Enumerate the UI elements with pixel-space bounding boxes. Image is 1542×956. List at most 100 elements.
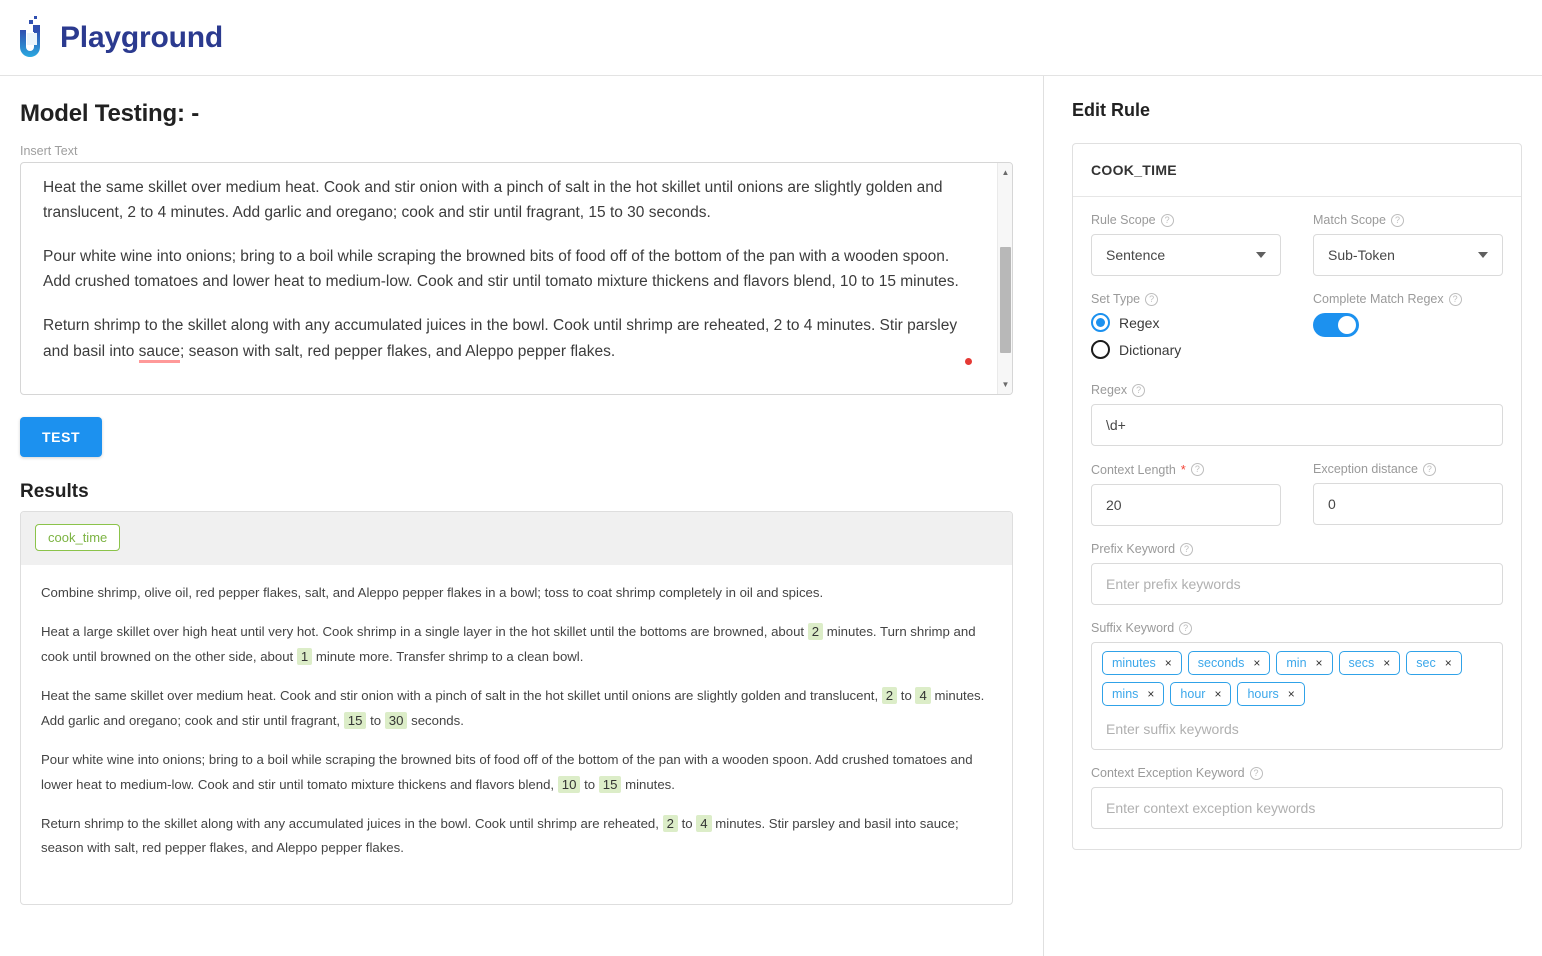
annotation-highlight[interactable]: 15 [343,711,367,729]
chevron-down-icon [1256,252,1266,258]
insert-text-content[interactable]: Heat the same skillet over medium heat. … [21,163,1012,394]
annotation-highlight[interactable]: 10 [557,775,581,793]
annotation-highlight[interactable]: 4 [696,814,712,832]
insert-text-paragraph: Pour white wine into onions; bring to a … [43,248,959,291]
entity-chip-cook-time[interactable]: cook_time [35,524,121,551]
textarea-scrollbar[interactable]: ▲ ▼ [997,163,1012,394]
insert-text-paragraph: Return shrimp to the skillet along with … [43,313,972,363]
suffix-chip-list: minutes × seconds × min × secs × sec × mins × hour × h… [1102,651,1492,713]
help-circle-icon[interactable]: ? [1145,292,1159,306]
help-circle-icon[interactable]: ? [1160,213,1174,227]
help-circle-icon[interactable]: ? [1180,542,1194,556]
annotation-highlight[interactable]: 15 [598,775,622,793]
text-fragment: to [366,712,385,728]
chip-label: seconds [1197,656,1245,670]
text-fragment: Pour white wine into onions; bring to a … [41,752,973,792]
edit-rule-title: Edit Rule [1072,100,1151,120]
chip-label: minutes [1112,656,1156,670]
suffix-keyword-chip[interactable]: hour × [1170,682,1232,706]
rule-scope-value: Sentence [1106,247,1166,263]
help-circle-icon[interactable]: ? [1448,292,1462,306]
suffix-keyword-placeholder: Enter suffix keywords [1106,721,1239,737]
close-x-icon[interactable]: × [1445,656,1452,670]
rule-scope-select[interactable]: Sentence [1091,234,1281,276]
annotation-highlight[interactable]: 2 [881,687,898,705]
context-exception-keyword-input[interactable]: Enter context exception keywords [1091,787,1503,829]
results-paragraph: Heat the same skillet over medium heat. … [41,684,992,733]
annotation-highlight[interactable]: 2 [807,623,824,641]
context-exception-keyword-label: Context Exception Keyword ? [1091,766,1503,780]
radio-option-dictionary[interactable]: Dictionary [1091,340,1281,359]
text-fragment: minutes. [621,776,675,792]
text-fragment: ; season with salt, red pepper flakes, a… [180,342,616,360]
insert-text-paragraph: Heat the same skillet over medium heat. … [43,179,943,222]
radio-option-regex[interactable]: Regex [1091,313,1281,332]
results-entity-bar: cook_time [21,512,1012,565]
chevron-down-icon [1478,252,1488,258]
text-fragment: to [580,776,599,792]
help-circle-icon[interactable]: ? [1422,462,1436,476]
context-length-label: Context Length * ? [1091,462,1281,477]
match-scope-value: Sub-Token [1328,247,1395,263]
close-x-icon[interactable]: × [1147,687,1154,701]
complete-match-regex-toggle[interactable] [1313,313,1359,337]
regex-input[interactable]: \d+ [1091,404,1503,446]
right-pane: Edit Rule COOK_TIME Rule Scope ? Sentenc… [1044,76,1542,956]
set-type-label: Set Type ? [1091,292,1281,306]
page-title: Model Testing: - [20,100,200,127]
context-length-input[interactable]: 20 [1091,484,1281,526]
suffix-keyword-chip[interactable]: mins × [1102,682,1165,706]
suffix-keyword-chip[interactable]: min × [1276,651,1333,675]
suffix-keyword-label: Suffix Keyword ? [1091,621,1503,635]
suffix-keyword-chip[interactable]: minutes × [1102,651,1182,675]
exception-distance-input[interactable]: 0 [1313,483,1503,525]
suffix-keyword-chip[interactable]: seconds × [1187,651,1271,675]
close-x-icon[interactable]: × [1214,687,1221,701]
suffix-keyword-input[interactable]: minutes × seconds × min × secs × sec × mins × hour × h… [1091,642,1503,750]
suffix-keyword-chip[interactable]: secs × [1338,651,1401,675]
annotation-highlight[interactable]: 30 [384,711,408,729]
insert-text-area[interactable]: Heat the same skillet over medium heat. … [20,162,1013,395]
scroll-down-arrow-icon[interactable]: ▼ [998,377,1012,392]
complete-match-regex-label-text: Complete Match Regex [1313,292,1444,306]
close-x-icon[interactable]: × [1288,687,1295,701]
app-header: Playground [0,0,1542,76]
suffix-keyword-chip[interactable]: sec × [1406,651,1462,675]
page-body: Model Testing: - Insert Text Heat the sa… [0,76,1542,956]
results-annotated-text: Combine shrimp, olive oil, red pepper fl… [21,565,1012,892]
rule-card: COOK_TIME Rule Scope ? Sentence Match Sc… [1072,143,1522,850]
close-x-icon[interactable]: × [1383,656,1390,670]
suffix-keyword-chip[interactable]: hours × [1237,682,1305,706]
context-length-label-text: Context Length [1091,462,1176,477]
annotation-highlight[interactable]: 1 [296,647,313,665]
test-button[interactable]: TEST [20,417,103,457]
match-scope-select[interactable]: Sub-Token [1313,234,1503,276]
close-x-icon[interactable]: × [1253,656,1260,670]
help-circle-icon[interactable]: ? [1132,383,1146,397]
scrollbar-thumb[interactable] [1000,247,1011,353]
help-circle-icon[interactable]: ? [1179,621,1193,635]
rule-name: COOK_TIME [1073,144,1521,197]
results-title: Results [20,481,89,502]
help-circle-icon[interactable]: ? [1249,766,1263,780]
results-card: cook_time Combine shrimp, olive oil, red… [20,511,1013,905]
text-fragment: to [897,688,916,704]
annotation-highlight[interactable]: 4 [915,687,931,705]
scroll-up-arrow-icon[interactable]: ▲ [998,165,1012,180]
text-fragment: Heat the same skillet over medium heat. … [41,688,882,704]
help-circle-icon[interactable]: ? [1190,463,1204,476]
help-circle-icon[interactable]: ? [1390,213,1404,227]
close-x-icon[interactable]: × [1165,656,1172,670]
exception-distance-label-text: Exception distance [1313,462,1418,476]
prefix-keyword-input[interactable]: Enter prefix keywords [1091,563,1503,605]
rule-scope-label: Rule Scope ? [1091,213,1281,227]
annotation-highlight[interactable]: 2 [662,814,678,832]
regex-label-text: Regex [1091,383,1128,397]
exception-distance-label: Exception distance ? [1313,462,1503,476]
radio-regex-icon [1091,313,1110,332]
close-x-icon[interactable]: × [1316,656,1323,670]
playground-u-logo-icon [20,15,40,57]
required-asterisk: * [1180,462,1186,477]
radio-dictionary-icon [1091,340,1110,359]
toggle-knob [1338,316,1356,334]
